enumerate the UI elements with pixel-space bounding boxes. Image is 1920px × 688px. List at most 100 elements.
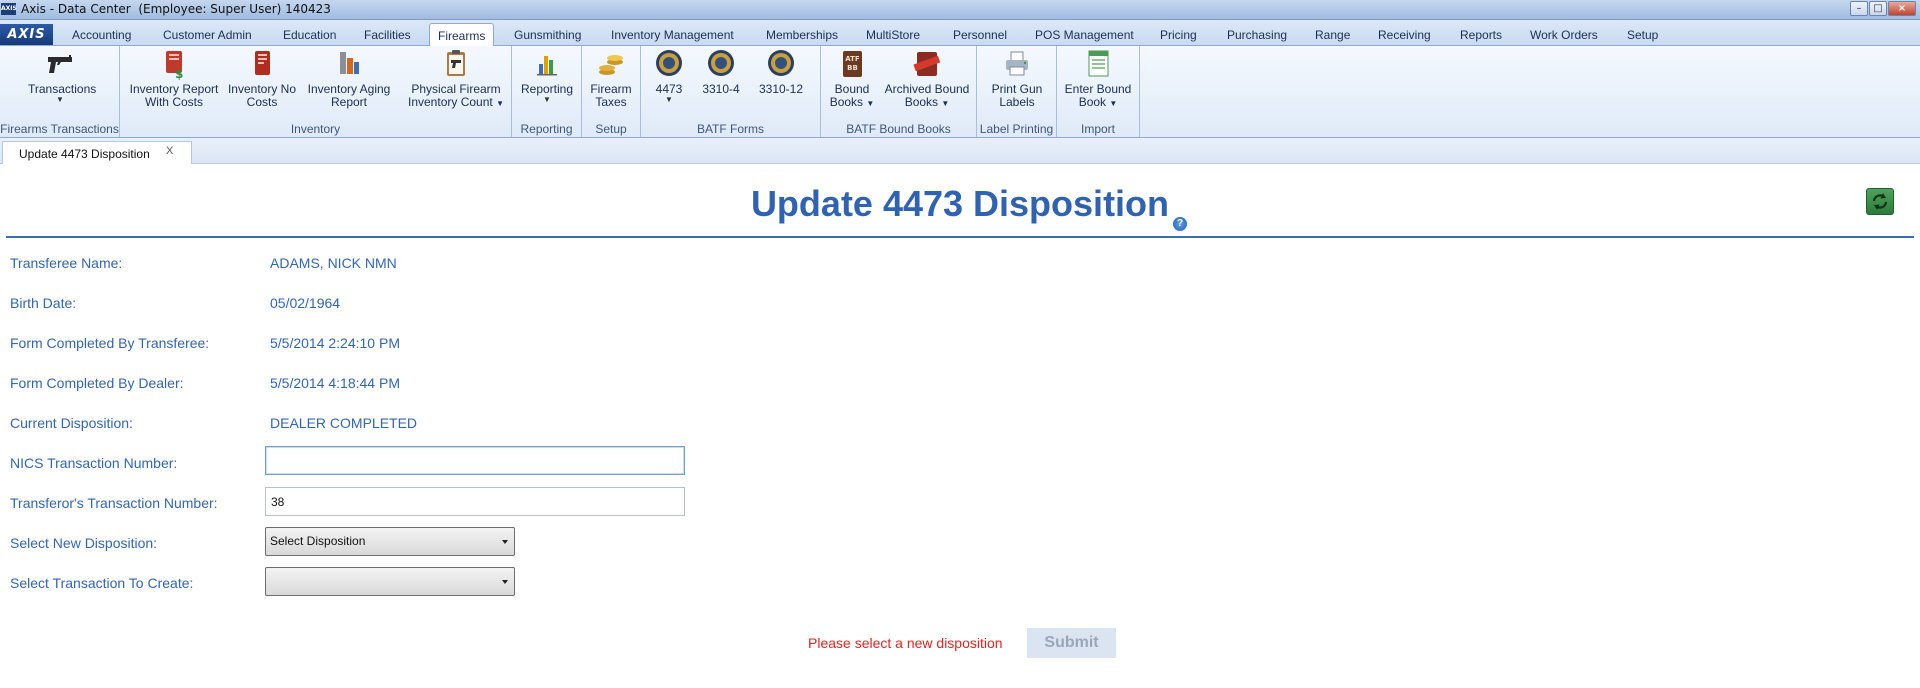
tab-inventory-management[interactable]: Inventory Management	[603, 25, 742, 46]
window-title-bar: AXIS Axis - Data Center (Employee: Super…	[0, 0, 1920, 20]
app-logo-tab[interactable]: AXIS	[0, 24, 53, 45]
app-logo-icon: AXIS	[1, 3, 17, 15]
form-3310-4-label: 3310-4	[702, 82, 740, 96]
physical-firearm-inventory-count-button[interactable]: Physical Firearm Inventory Count ▼	[406, 48, 506, 110]
inventory-aging-line2: Report	[330, 95, 368, 109]
enter-bound-book-button[interactable]: Enter Bound Book ▼	[1063, 48, 1133, 110]
window-controls: – □ ×	[1850, 1, 1916, 16]
tab-facilities[interactable]: Facilities	[356, 25, 419, 46]
transferee-name-value: ADAMS, NICK NMN	[270, 255, 397, 271]
current-disposition-label: Current Disposition:	[10, 415, 133, 431]
transferor-number-label: Transferor's Transaction Number:	[10, 495, 218, 511]
refresh-button[interactable]	[1866, 188, 1894, 215]
tab-multistore[interactable]: MultiStore	[858, 25, 928, 46]
form-4473-button[interactable]: 4473 ▼	[649, 48, 689, 104]
archived-bound-books-line2: Books ▼	[904, 95, 950, 109]
new-disposition-select[interactable]: Select Disposition	[265, 527, 515, 556]
close-tab-icon[interactable]: X	[166, 145, 173, 157]
archived-bound-books-button[interactable]: Archived Bound Books ▼	[881, 48, 973, 110]
form-3310-12-label: 3310-12	[758, 82, 804, 96]
transferee-name-label: Transferee Name:	[10, 255, 123, 271]
help-icon[interactable]: ?	[1173, 217, 1188, 231]
minimize-button[interactable]: –	[1850, 1, 1868, 16]
ribbon-group-batf-bound-books: ATF BB Bound Books ▼ Archived Bound Book…	[821, 46, 977, 137]
chevron-down-icon	[502, 540, 508, 544]
document-tab-label: Update 4473 Disposition	[19, 147, 150, 161]
transferee-completed-label: Form Completed By Transferee:	[10, 335, 210, 351]
ribbon-group-import: Enter Bound Book ▼ Import	[1057, 46, 1140, 137]
inventory-report-with-costs-button[interactable]: $ Inventory Report With Costs	[128, 48, 220, 109]
tab-education[interactable]: Education	[275, 25, 344, 46]
tab-personnel[interactable]: Personnel	[945, 25, 1015, 46]
bound-books-button[interactable]: ATF BB Bound Books ▼	[827, 48, 877, 110]
printer-icon	[1006, 51, 1028, 76]
print-gun-labels-line2: Labels	[999, 95, 1035, 109]
new-disposition-label: Select New Disposition:	[10, 535, 158, 551]
birth-date-label: Birth Date:	[10, 295, 77, 311]
print-gun-labels-button[interactable]: Print Gun Labels	[987, 48, 1047, 109]
tab-range[interactable]: Range	[1307, 25, 1358, 46]
nics-number-input[interactable]	[265, 446, 685, 475]
tab-firearms[interactable]: Firearms	[429, 23, 494, 47]
refresh-icon	[1872, 193, 1888, 210]
ribbon-group-label: Label Printing	[979, 122, 1054, 136]
maximize-button[interactable]: □	[1869, 1, 1887, 16]
firearm-taxes-button[interactable]: Firearm Taxes	[586, 48, 636, 109]
pistol-icon	[48, 55, 72, 73]
bound-books-line2: Books ▼	[829, 95, 875, 109]
inventory-aging-report-button[interactable]: Inventory Aging Report	[306, 48, 392, 109]
tab-pricing[interactable]: Pricing	[1152, 25, 1205, 46]
tab-setup[interactable]: Setup	[1619, 25, 1666, 46]
inventory-no-costs-button[interactable]: Inventory No Costs	[222, 48, 302, 109]
ribbon-group-label: BATF Forms	[696, 122, 765, 136]
tab-customer-admin[interactable]: Customer Admin	[155, 25, 260, 46]
transaction-to-create-label: Select Transaction To Create:	[10, 575, 194, 591]
chevron-down-icon: ▼	[56, 95, 64, 104]
reporting-button[interactable]: Reporting ▼	[517, 48, 577, 104]
svg-text:BB: BB	[847, 64, 858, 72]
chevron-down-icon	[502, 580, 508, 584]
ribbon-group-firearms-transactions: Transactions ▼ Firearms Transactions	[0, 46, 120, 137]
tab-receiving[interactable]: Receiving	[1370, 25, 1439, 46]
transferor-number-input[interactable]	[265, 487, 685, 516]
dealer-completed-label: Form Completed By Dealer:	[10, 375, 184, 391]
new-disposition-selected: Select Disposition	[270, 534, 366, 548]
transaction-to-create-select[interactable]	[265, 567, 515, 596]
window-title: Axis - Data Center (Employee: Super User…	[21, 2, 331, 16]
svg-text:$: $	[175, 67, 183, 80]
chevron-down-icon: ▼	[665, 95, 673, 104]
inventory-no-costs-line2: Costs	[246, 95, 278, 109]
batf-seal-icon	[768, 50, 794, 76]
firearm-taxes-line2: Taxes	[595, 95, 627, 109]
tab-pos-management[interactable]: POS Management	[1027, 25, 1142, 46]
archived-stamp-icon	[913, 52, 941, 76]
ribbon-group-setup: Firearm Taxes Setup	[582, 46, 641, 137]
ribbon-group-inventory: $ Inventory Report With Costs Inventory …	[120, 46, 512, 137]
close-window-button[interactable]: ×	[1888, 1, 1916, 16]
bar-chart-icon	[537, 56, 557, 76]
tab-reports[interactable]: Reports	[1452, 25, 1510, 46]
transferee-completed-value: 5/5/2014 2:24:10 PM	[270, 335, 400, 351]
coins-icon	[599, 55, 623, 75]
tab-gunsmithing[interactable]: Gunsmithing	[506, 25, 589, 46]
form-3310-4-button[interactable]: 3310-4	[699, 48, 743, 96]
ribbon-group-label: Firearms Transactions	[0, 122, 119, 136]
spreadsheet-icon	[1088, 50, 1109, 77]
physical-firearm-line2: Inventory Count ▼	[408, 95, 504, 109]
ribbon-group-label: BATF Bound Books	[846, 122, 951, 136]
inventory-report-with-costs-line2: With Costs	[144, 95, 203, 109]
submit-button[interactable]: Submit	[1027, 628, 1116, 658]
page-title-wrap: Update 4473 Disposition ?	[0, 183, 1920, 231]
tab-memberships[interactable]: Memberships	[758, 25, 846, 46]
ribbon: Transactions ▼ Firearms Transactions $ I…	[0, 46, 1920, 138]
tab-work-orders[interactable]: Work Orders	[1522, 25, 1606, 46]
transactions-button[interactable]: Transactions ▼	[28, 48, 96, 104]
atf-book-icon: ATF BB	[843, 51, 862, 77]
document-tab-update-4473[interactable]: Update 4473 Disposition X	[2, 141, 192, 164]
tab-accounting[interactable]: Accounting	[64, 25, 139, 46]
tab-purchasing[interactable]: Purchasing	[1219, 25, 1295, 46]
clipboard-pistol-icon	[447, 50, 465, 76]
ribbon-group-label: Reporting	[520, 122, 573, 136]
report-costs-icon: $	[166, 51, 183, 80]
form-3310-12-button[interactable]: 3310-12	[756, 48, 806, 96]
